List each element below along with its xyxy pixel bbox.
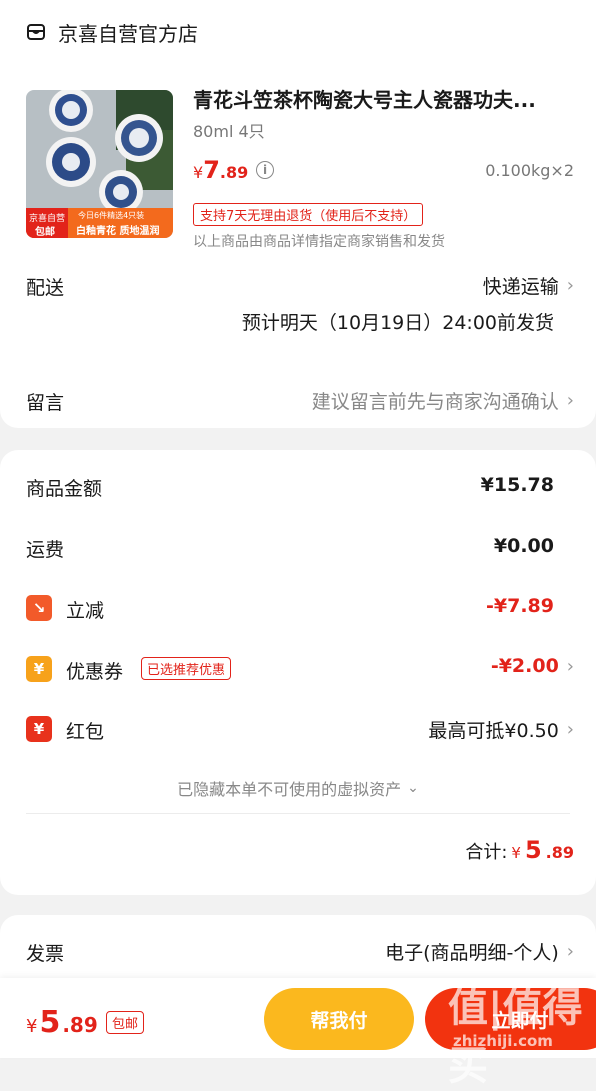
red-packet-value: 最高可抵¥0.50 <box>428 720 559 742</box>
delivery-estimate: 预计明天（10月19日）24:00前发货 <box>241 312 554 334</box>
info-icon[interactable]: i <box>256 161 274 179</box>
total-dec: .89 <box>545 843 574 862</box>
red-packet-icon: ¥ <box>26 716 52 742</box>
product-weight: 0.100kg×2 <box>485 161 574 180</box>
free-shipping-tag: 包邮 <box>106 1011 145 1034</box>
bottom-price-dec: .89 <box>62 1013 98 1037</box>
invoice-label: 发票 <box>26 943 65 965</box>
thumb-badge-bottom: 包邮 <box>35 227 55 238</box>
hidden-assets-toggle[interactable]: 已隐藏本单不可使用的虚拟资产 ⌄ <box>0 776 596 800</box>
coupon-value: -¥2.00 <box>490 655 559 677</box>
bottom-price-int: 5 <box>39 1005 61 1040</box>
chevron-down-icon: ⌄ <box>407 780 419 796</box>
hidden-assets-text: 已隐藏本单不可使用的虚拟资产 <box>177 780 402 799</box>
coupon-icon: ¥ <box>26 656 52 682</box>
coupon-row[interactable]: -¥2.00 › <box>491 655 574 677</box>
chevron-right-icon: › <box>566 275 574 296</box>
goods-amount-value: ¥15.78 <box>480 474 554 496</box>
seller-note: 以上商品由商品详情指定商家销售和发货 <box>193 234 445 250</box>
total-int: 5 <box>524 836 542 864</box>
delivery-method: 快递运输 <box>482 276 559 298</box>
message-input[interactable]: 建议留言前先与商家沟通确认 › <box>312 387 574 414</box>
return-policy-tag: 支持7天无理由退货（使用后不支持） <box>193 203 424 226</box>
product-spec: 80ml 4只 <box>193 122 265 141</box>
discount-arrow-icon: ↘ <box>26 595 52 621</box>
coupon-tag: 已选推荐优惠 <box>141 657 232 680</box>
total-label: 合计: <box>465 842 508 863</box>
chevron-right-icon: › <box>566 719 574 740</box>
divider <box>26 813 570 814</box>
message-label: 留言 <box>26 392 65 414</box>
order-total: 合计: ¥ 5 .89 <box>465 836 574 864</box>
message-placeholder: 建议留言前先与商家沟通确认 <box>311 391 559 413</box>
red-packet-row[interactable]: 最高可抵¥0.50 › <box>428 716 574 743</box>
order-item-card: 京喜自营官方店 京喜自营 包邮 今日6件精选4只装 白釉青花 质地温润 青花斗笠… <box>0 0 596 428</box>
price-int: 7 <box>203 156 220 184</box>
goods-amount-label: 商品金额 <box>26 478 103 500</box>
invoice-value: 电子(商品明细-个人) <box>385 942 559 964</box>
product-price: ¥7.89 <box>193 156 248 184</box>
chevron-right-icon: › <box>566 655 574 677</box>
bottom-currency: ¥ <box>26 1016 38 1037</box>
red-packet-label: 红包 <box>66 721 105 743</box>
chevron-right-icon: › <box>566 941 574 962</box>
watermark-url: zhizhiji.com <box>453 1032 553 1050</box>
price-currency: ¥ <box>193 163 204 182</box>
help-pay-button[interactable]: 帮我付 <box>264 988 414 1050</box>
delivery-label: 配送 <box>26 277 65 299</box>
chevron-right-icon: › <box>566 390 574 411</box>
store-icon <box>26 22 46 42</box>
discount-label: 立减 <box>66 600 105 622</box>
shipping-value: ¥0.00 <box>493 535 554 557</box>
coupon-label: 优惠券 <box>66 661 124 683</box>
shop-name[interactable]: 京喜自营官方店 <box>58 18 198 47</box>
total-currency: ¥ <box>511 844 521 862</box>
thumb-banner-bottom: 白釉青花 质地温润 <box>76 226 160 237</box>
discount-value: -¥7.89 <box>486 595 554 617</box>
shipping-label: 运费 <box>26 539 65 561</box>
price-dec: .89 <box>219 163 249 182</box>
invoice-row[interactable]: 电子(商品明细-个人) › <box>385 938 574 965</box>
delivery-method-row[interactable]: 快递运输 › <box>483 272 574 299</box>
bottom-price: ¥ 5 .89 <box>26 1005 98 1040</box>
product-thumbnail[interactable]: 京喜自营 包邮 今日6件精选4只装 白釉青花 质地温润 <box>26 90 173 238</box>
product-title[interactable]: 青花斗笠茶杯陶瓷大号主人瓷器功夫... <box>193 84 573 113</box>
thumb-banner-top: 今日6件精选4只装 <box>78 211 145 220</box>
